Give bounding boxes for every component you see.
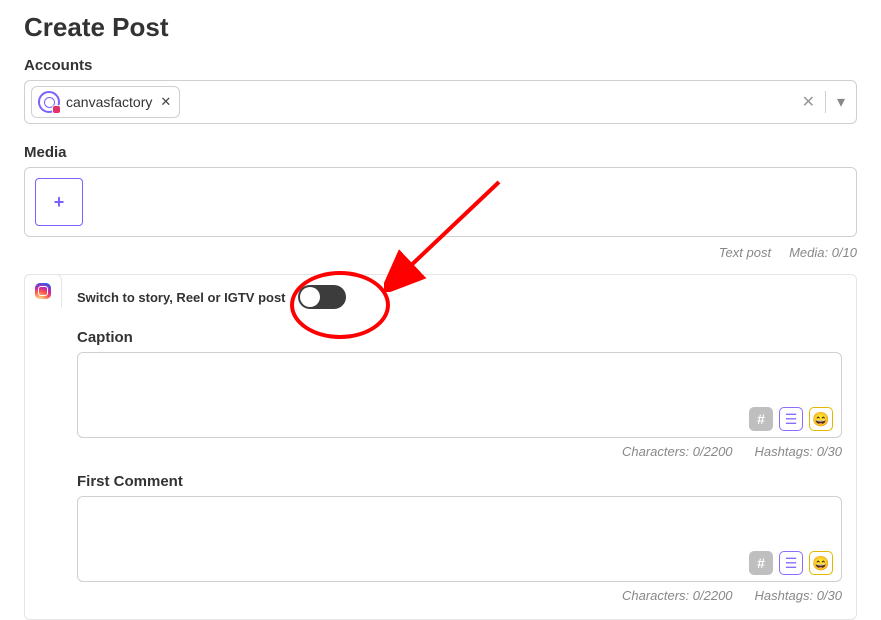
media-counter: Media: 0/10 xyxy=(789,245,857,260)
template-icon: ☰ xyxy=(785,411,798,428)
account-avatar-icon xyxy=(38,91,60,113)
first-comment-hashtag-button[interactable]: # xyxy=(749,551,773,575)
caption-field-wrap: # ☰ 😄 xyxy=(77,352,842,438)
add-media-button[interactable]: + xyxy=(35,178,83,226)
instagram-icon xyxy=(35,283,51,299)
account-chip[interactable]: canvasfactory ✕ xyxy=(31,86,180,118)
emoji-icon: 😄 xyxy=(812,411,829,428)
caption-label: Caption xyxy=(77,329,842,346)
accounts-select[interactable]: canvasfactory ✕ ✕ ▾ xyxy=(24,80,857,124)
accounts-label: Accounts xyxy=(24,57,857,74)
caption-hashtag-counter: Hashtags: 0/30 xyxy=(755,444,842,459)
caption-char-counter: Characters: 0/2200 xyxy=(622,444,733,459)
account-chip-remove[interactable]: ✕ xyxy=(160,94,171,110)
account-chip-label: canvasfactory xyxy=(66,94,152,110)
media-label: Media xyxy=(24,144,857,161)
caption-template-button[interactable]: ☰ xyxy=(779,407,803,431)
caption-hashtag-button[interactable]: # xyxy=(749,407,773,431)
instagram-tab[interactable] xyxy=(24,274,62,308)
post-type-switch-label: Switch to story, Reel or IGTV post xyxy=(77,290,286,305)
caption-emoji-button[interactable]: 😄 xyxy=(809,407,833,431)
hash-icon: # xyxy=(757,555,765,571)
media-box: + xyxy=(24,167,857,237)
emoji-icon: 😄 xyxy=(812,555,829,572)
post-type-toggle[interactable] xyxy=(298,285,346,309)
template-icon: ☰ xyxy=(785,555,798,572)
first-comment-template-button[interactable]: ☰ xyxy=(779,551,803,575)
accounts-dropdown-caret[interactable]: ▾ xyxy=(826,92,856,112)
accounts-clear-button[interactable]: ✕ xyxy=(792,92,825,112)
first-comment-field-wrap: # ☰ 😄 xyxy=(77,496,842,582)
hash-icon: # xyxy=(757,411,765,427)
page-title: Create Post xyxy=(24,12,857,43)
plus-icon: + xyxy=(54,192,65,213)
first-comment-char-counter: Characters: 0/2200 xyxy=(622,588,733,603)
caption-input[interactable] xyxy=(78,353,841,413)
toggle-knob xyxy=(300,287,320,307)
first-comment-emoji-button[interactable]: 😄 xyxy=(809,551,833,575)
first-comment-hashtag-counter: Hashtags: 0/30 xyxy=(755,588,842,603)
instagram-panel: Switch to story, Reel or IGTV post Capti… xyxy=(24,274,857,620)
text-post-indicator: Text post xyxy=(719,245,771,260)
first-comment-input[interactable] xyxy=(78,497,841,557)
first-comment-label: First Comment xyxy=(77,473,842,490)
instagram-badge-icon xyxy=(52,105,61,114)
chevron-down-icon: ▾ xyxy=(837,92,845,112)
